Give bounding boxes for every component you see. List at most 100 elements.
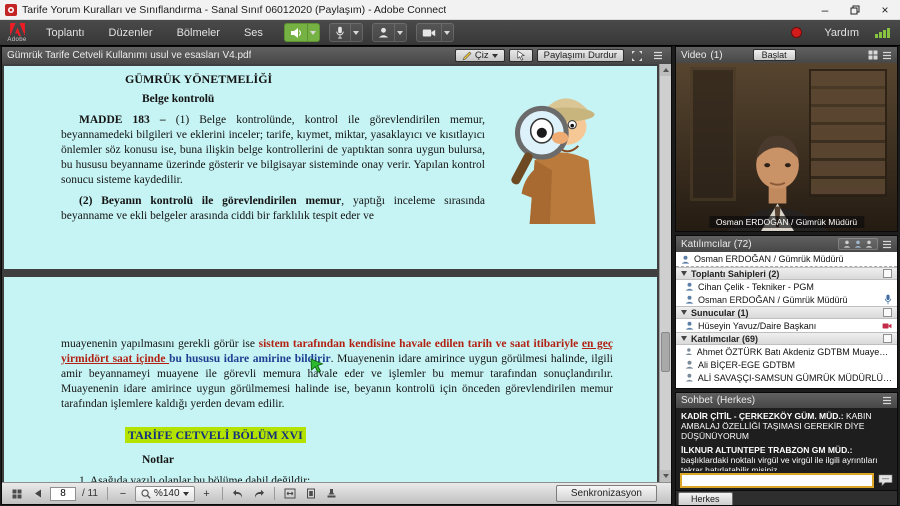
scroll-down-icon[interactable] xyxy=(660,470,671,482)
share-pod: Gümrük Tarife Cetveli Kullanımı usul ve … xyxy=(1,46,672,505)
expand-box-icon[interactable] xyxy=(883,334,892,343)
caret-down-icon xyxy=(444,31,450,35)
toolbar-divider xyxy=(222,487,223,500)
microphone-dropdown-button[interactable] xyxy=(350,23,363,42)
grid-icon xyxy=(12,489,22,499)
fit-page-button[interactable] xyxy=(302,486,320,502)
video-layout-button[interactable] xyxy=(868,50,878,60)
collapse-arrow-icon xyxy=(681,310,687,315)
share-pod-header: Gümrük Tarife Cetveli Kullanımı usul ve … xyxy=(2,47,671,64)
microphone-button[interactable] xyxy=(329,23,350,42)
group-header-presenters[interactable]: Sunucular (1) xyxy=(676,306,897,319)
zoom-level-select[interactable]: %140 xyxy=(135,486,195,502)
chat-pod-menu-button[interactable] xyxy=(882,396,892,405)
participant-row[interactable]: Osman ERDOĞAN / Gümrük Müdürü xyxy=(676,293,897,306)
speaker-dropdown-button[interactable] xyxy=(307,23,320,42)
person-icon xyxy=(685,321,694,330)
undo-button[interactable] xyxy=(229,486,247,502)
pdf-section-heading: TARİFE CETVELİ BÖLÜM XVI xyxy=(125,427,306,443)
expand-box-icon[interactable] xyxy=(883,308,892,317)
participant-row[interactable]: Ahmet ÖZTÜRK Batı Akdeniz GDTBM Muayene … xyxy=(676,345,897,358)
pdf-highlighted-heading-wrap: TARİFE CETVELİ BÖLÜM XVI xyxy=(125,428,613,444)
participant-row[interactable]: Hüseyin Yavuz/Daire Başkanı xyxy=(676,319,897,332)
menu-toplanti[interactable]: Toplantı xyxy=(34,20,97,45)
menu-ses[interactable]: Ses xyxy=(232,20,275,45)
fit-width-button[interactable] xyxy=(281,486,299,502)
participants-pod-menu-button[interactable] xyxy=(882,240,892,249)
fullscreen-button[interactable] xyxy=(628,49,646,62)
pods-grid-button[interactable] xyxy=(8,486,26,502)
participant-name: Hüseyin Yavuz/Daire Başkanı xyxy=(698,321,816,331)
participant-status-toolbar[interactable] xyxy=(838,238,878,250)
draw-button[interactable]: Çiz xyxy=(455,49,505,62)
grid-icon xyxy=(868,50,878,60)
share-pod-menu-button[interactable] xyxy=(650,49,666,62)
pointer-tool-button[interactable] xyxy=(509,49,533,62)
record-indicator-icon[interactable] xyxy=(791,27,802,38)
draw-button-label: Çiz xyxy=(475,50,489,61)
caret-down-icon xyxy=(397,31,403,35)
caret-down-icon xyxy=(310,31,316,35)
participants-pod-title: Katılımcılar (72) xyxy=(681,239,752,250)
participant-name: Ahmet ÖZTÜRK Batı Akdeniz GDTBM Muayene … xyxy=(697,347,892,357)
stop-sharing-button[interactable]: Paylaşımı Durdur xyxy=(537,49,624,62)
presenter-arrow-pointer-icon xyxy=(309,357,325,373)
menu-bolmeler[interactable]: Bölmeler xyxy=(165,20,232,45)
chat-tab-everyone[interactable]: Herkes xyxy=(678,492,733,505)
page-number-input[interactable] xyxy=(50,487,76,501)
stamp-icon xyxy=(326,488,337,499)
start-webcam-button[interactable]: Başlat xyxy=(753,49,796,61)
expand-box-icon[interactable] xyxy=(883,269,892,278)
prev-page-button[interactable] xyxy=(29,486,47,502)
pdf-viewport[interactable]: GÜMRÜK YÖNETMELİĞİ Belge kontrolü MADDE … xyxy=(2,64,671,482)
status-button[interactable] xyxy=(372,23,394,42)
group-header-participants[interactable]: Katılımcılar (69) xyxy=(676,332,897,345)
pdf-scrollbar[interactable] xyxy=(659,64,671,482)
adobe-logo[interactable]: Adobe xyxy=(0,20,34,45)
menu-yardim[interactable]: Yardım xyxy=(812,20,871,45)
video-count-badge: (1) xyxy=(710,50,722,61)
zoom-in-button[interactable]: + xyxy=(198,486,216,502)
minimize-button[interactable]: – xyxy=(810,0,840,19)
chat-input[interactable] xyxy=(680,473,874,488)
speaker-button[interactable] xyxy=(284,23,307,42)
pdf-controls-bar: / 11 − %140 + xyxy=(2,482,671,504)
stamp-tool-button[interactable] xyxy=(323,486,341,502)
chat-message: İLKNUR ALTUNTEPE TRABZON GM MÜD.: başlık… xyxy=(681,445,892,471)
participant-row[interactable]: ALİ SAVAŞÇI-SAMSUN GÜMRÜK MÜDÜRLÜĞÜ xyxy=(676,371,897,384)
pod-menu-icon xyxy=(882,51,892,60)
toolbar-divider xyxy=(107,487,108,500)
webcam-dropdown-button[interactable] xyxy=(441,23,454,42)
status-dropdown-button[interactable] xyxy=(394,23,407,42)
participant-row[interactable]: Cihan Çelik - Tekniker - PGM xyxy=(676,280,897,293)
caret-down-icon xyxy=(183,492,189,496)
zoom-out-button[interactable]: − xyxy=(114,486,132,502)
participants-pod: Katılımcılar (72) Osman ERDOĞAN / Gümrük… xyxy=(675,235,898,389)
pod-menu-icon xyxy=(653,51,663,60)
participant-row[interactable]: Ali BİÇER-EGE GDTBM xyxy=(676,358,897,371)
participant-name: Osman ERDOĞAN / Gümrük Müdürü xyxy=(698,295,848,305)
pod-menu-icon xyxy=(882,396,892,405)
chat-bubble-send-icon xyxy=(878,474,893,487)
close-button[interactable]: × xyxy=(870,0,900,19)
participants-pod-header: Katılımcılar (72) xyxy=(676,236,897,252)
restore-button[interactable] xyxy=(840,0,870,19)
webcam-button[interactable] xyxy=(416,23,441,42)
sync-button[interactable]: Senkronizasyon xyxy=(556,485,657,502)
scroll-up-icon[interactable] xyxy=(660,64,671,76)
scrollbar-thumb[interactable] xyxy=(661,332,670,372)
send-message-button[interactable] xyxy=(878,474,893,487)
chat-message-list[interactable]: KADİR ÇİTİL - ÇERKEZKÖY GÜM. MÜD.: KABIN… xyxy=(676,408,897,471)
connection-signal-icon[interactable] xyxy=(875,28,890,38)
adobe-connect-app-icon xyxy=(5,4,17,16)
magnifier-icon xyxy=(141,489,151,499)
redo-button[interactable] xyxy=(250,486,268,502)
group-header-hosts[interactable]: Toplantı Sahipleri (2) xyxy=(676,267,897,280)
webcam-video-frame[interactable]: Osman ERDOĞAN / Gümrük Müdürü xyxy=(676,63,897,231)
video-pod-menu-button[interactable] xyxy=(882,51,892,60)
window-titlebar: Tarife Yorum Kuralları ve Sınıflandırma … xyxy=(0,0,900,20)
group-label: Katılımcılar (69) xyxy=(691,334,758,344)
active-speaker-row[interactable]: Osman ERDOĞAN / Gümrük Müdürü xyxy=(676,252,897,267)
menu-duzenler[interactable]: Düzenler xyxy=(97,20,165,45)
chat-pod-title: Sohbet xyxy=(681,395,713,406)
